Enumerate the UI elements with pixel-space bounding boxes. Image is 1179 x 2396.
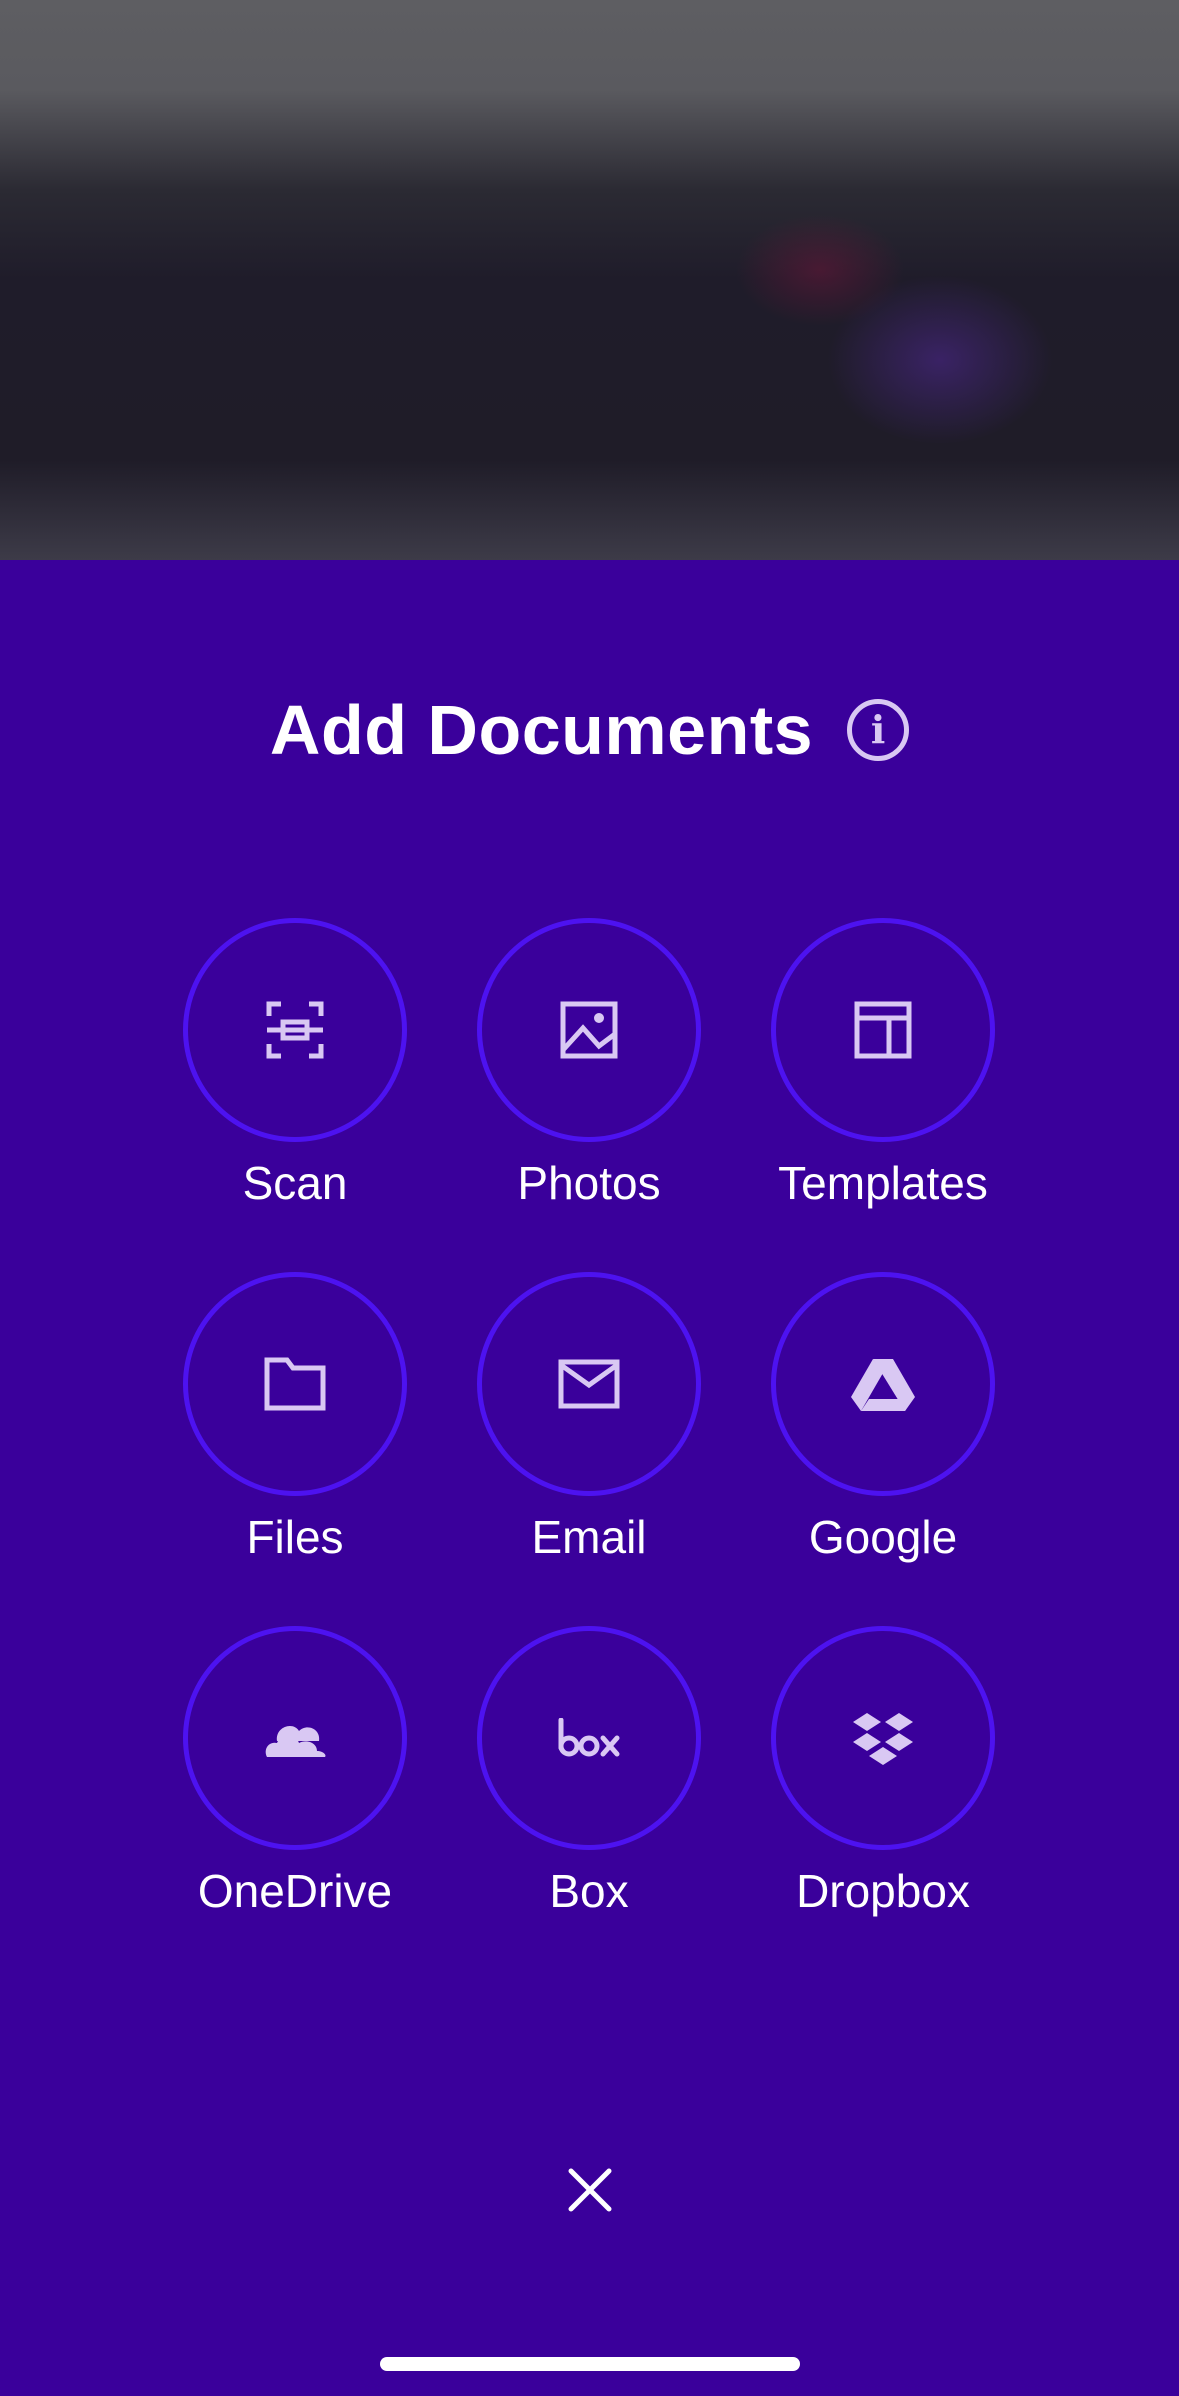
email-option[interactable]: Email [459, 1272, 719, 1582]
option-circle[interactable] [771, 1626, 995, 1850]
dropbox-option[interactable]: Dropbox [753, 1626, 1013, 1936]
page-title: Add Documents [269, 691, 814, 769]
option-circle[interactable] [771, 918, 995, 1142]
info-glyph: i [870, 707, 886, 752]
option-label: Photos [517, 1157, 661, 1209]
templates-option[interactable]: Templates [753, 918, 1013, 1228]
onedrive-icon [265, 1726, 326, 1757]
photo-icon [560, 1001, 618, 1059]
close-button[interactable] [540, 2140, 640, 2240]
option-label: OneDrive [197, 1865, 393, 1917]
option-label: Google [808, 1511, 958, 1563]
option-circle[interactable] [771, 1272, 995, 1496]
option-label: Files [246, 1511, 344, 1563]
dropbox-icon [853, 1713, 913, 1765]
add-documents-sheet: Add Documents i Scan Photos Templates Fi… [0, 560, 1179, 2396]
google-drive-icon [851, 1359, 915, 1411]
option-circle[interactable] [477, 1272, 701, 1496]
header: Add Documents i [0, 680, 1179, 780]
close-icon [568, 2168, 612, 2212]
option-label: Box [549, 1865, 629, 1917]
home-indicator[interactable] [380, 2357, 800, 2371]
info-icon[interactable]: i [847, 699, 910, 761]
folder-icon [264, 1357, 326, 1411]
option-label: Dropbox [796, 1865, 970, 1917]
scan-option[interactable]: Scan [165, 918, 425, 1228]
option-circle[interactable] [183, 918, 407, 1142]
email-icon [558, 1359, 620, 1409]
option-circle[interactable] [183, 1272, 407, 1496]
google-option[interactable]: Google [753, 1272, 1013, 1582]
screen: Add Documents i Scan Photos Templates Fi… [0, 0, 1179, 2396]
box-option[interactable]: Box [459, 1626, 719, 1936]
option-circle[interactable] [183, 1626, 407, 1850]
onedrive-option[interactable]: OneDrive [165, 1626, 425, 1936]
option-label: Templates [778, 1157, 988, 1209]
option-circle[interactable] [477, 918, 701, 1142]
option-label: Scan [242, 1157, 348, 1209]
box-icon [558, 1718, 620, 1757]
template-icon [854, 1001, 912, 1059]
scan-icon [266, 1001, 324, 1059]
files-option[interactable]: Files [165, 1272, 425, 1582]
photos-option[interactable]: Photos [459, 918, 719, 1228]
option-label: Email [531, 1511, 647, 1563]
blurred-background[interactable] [0, 0, 1179, 560]
option-circle[interactable] [477, 1626, 701, 1850]
